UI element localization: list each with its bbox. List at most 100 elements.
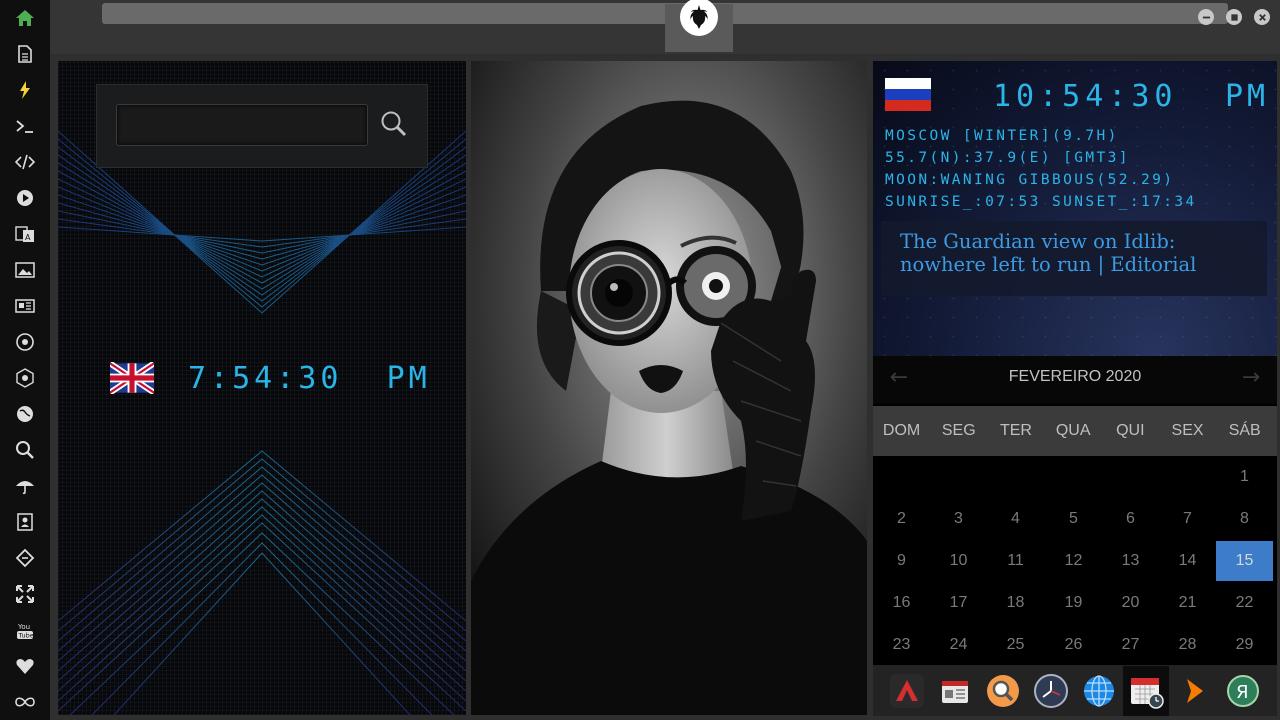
sidebar: A You Tube xyxy=(0,0,50,720)
calendar-day[interactable]: 1 xyxy=(1216,457,1273,497)
russia-flag-icon xyxy=(885,78,931,111)
woman-with-goggles-image xyxy=(471,61,867,715)
calendar-day[interactable]: 25 xyxy=(987,625,1044,665)
lightning-icon[interactable] xyxy=(13,78,37,102)
translate-icon[interactable]: A xyxy=(13,222,37,246)
calendar-day[interactable]: 5 xyxy=(1045,499,1102,539)
calendar-header: ← FEVEREIRO 2020 → xyxy=(873,356,1277,404)
globe-icon[interactable] xyxy=(13,402,37,426)
youtube-icon[interactable]: You Tube xyxy=(13,618,37,642)
location-info: MOSCOW [WINTER](9.7H) xyxy=(885,128,1119,144)
yandex-icon[interactable]: Я xyxy=(1225,673,1261,709)
calendar-day[interactable]: 8 xyxy=(1216,499,1273,539)
search-button[interactable] xyxy=(379,109,409,139)
weekday-label: SEG xyxy=(941,422,976,439)
calendar-day[interactable]: 12 xyxy=(1045,541,1102,581)
title-bar xyxy=(50,0,1280,54)
sun-times-info: SUNRISE_:07:53 SUNSET_:17:34 xyxy=(885,194,1197,210)
calendar-day[interactable]: 14 xyxy=(1159,541,1216,581)
maximize-button[interactable] xyxy=(1226,9,1242,25)
uk-clock-panel: 7:54:30 PM xyxy=(58,61,466,715)
calendar-day[interactable]: 17 xyxy=(930,583,987,623)
weekday-label: DOM xyxy=(882,422,921,439)
umbrella-icon[interactable] xyxy=(13,474,37,498)
uk-time: 7:54:30 PM xyxy=(188,361,431,396)
calendar-day[interactable]: 21 xyxy=(1159,583,1216,623)
uk-time-value: 7:54:30 xyxy=(188,361,343,396)
calendar-icon[interactable] xyxy=(1123,666,1169,716)
code-icon[interactable] xyxy=(13,150,37,174)
image-icon[interactable] xyxy=(13,258,37,282)
calendar-weekdays: DOM SEG TER QUA QUI SEX SÁB xyxy=(873,406,1277,456)
infinity-icon[interactable] xyxy=(13,690,37,714)
svg-text:A: A xyxy=(25,233,31,242)
app-dock: Я xyxy=(873,665,1277,716)
calendar-day[interactable]: 19 xyxy=(1045,583,1102,623)
calendar-day-today[interactable]: 15 xyxy=(1216,541,1273,581)
clock-icon[interactable] xyxy=(1033,673,1069,709)
weekday-label: QUA xyxy=(1055,422,1091,439)
calendar-day[interactable]: 24 xyxy=(930,625,987,665)
forward-arrow-icon[interactable] xyxy=(1177,673,1213,709)
moon-phase-info: MOON:WANING GIBBOUS(52.29) xyxy=(885,172,1175,188)
weekday-label: SÁB xyxy=(1228,422,1261,439)
calendar-day[interactable]: 9 xyxy=(873,541,930,581)
arch-icon[interactable] xyxy=(889,673,925,709)
terminal-icon[interactable] xyxy=(13,114,37,138)
calendar-day[interactable]: 10 xyxy=(930,541,987,581)
calendar-next-icon[interactable]: → xyxy=(1241,367,1261,389)
weekday-label: SEX xyxy=(1171,422,1204,439)
document-icon[interactable] xyxy=(13,42,37,66)
expand-icon[interactable] xyxy=(13,582,37,606)
news-ticker[interactable]: The Guardian view on Idlib: nowhere left… xyxy=(881,221,1267,296)
search-app-icon[interactable] xyxy=(985,673,1021,709)
search-input[interactable] xyxy=(116,104,368,146)
calendar-day[interactable]: 23 xyxy=(873,625,930,665)
search-icon[interactable] xyxy=(13,438,37,462)
calendar-day[interactable]: 3 xyxy=(930,499,987,539)
calendar-day[interactable]: 29 xyxy=(1216,625,1273,665)
calendar-day[interactable]: 11 xyxy=(987,541,1044,581)
calendar-day[interactable]: 18 xyxy=(987,583,1044,623)
svg-text:Tube: Tube xyxy=(18,632,34,640)
close-button[interactable] xyxy=(1254,9,1270,25)
rebel-icon[interactable] xyxy=(13,330,37,354)
ru-time-ampm: PM xyxy=(1225,79,1270,114)
rebel-alliance-icon xyxy=(680,0,718,36)
uk-flag-icon xyxy=(110,362,154,394)
calendar-day[interactable]: 16 xyxy=(873,583,930,623)
calendar-day[interactable]: 27 xyxy=(1102,625,1159,665)
empire-icon[interactable] xyxy=(13,366,37,390)
contacts-icon[interactable] xyxy=(13,510,37,534)
logo-tab[interactable] xyxy=(665,0,733,52)
desktop: A You Tube 7:54:30 PM 10:54:30 PM MOSCOW… xyxy=(0,0,1280,720)
calendar-month-title: FEVEREIRO 2020 xyxy=(1008,368,1142,385)
weekday-label: QUI xyxy=(1116,422,1145,439)
tag-icon[interactable] xyxy=(13,546,37,570)
weekday-label: TER xyxy=(999,422,1032,439)
minimize-button[interactable] xyxy=(1198,9,1214,25)
portrait-photo xyxy=(471,61,867,715)
magnifier-icon xyxy=(381,111,407,137)
uk-time-ampm: PM xyxy=(386,361,431,396)
calendar-day[interactable]: 13 xyxy=(1102,541,1159,581)
calendar-day[interactable]: 7 xyxy=(1159,499,1216,539)
calendar-day[interactable]: 2 xyxy=(873,499,930,539)
calendar-day[interactable]: 26 xyxy=(1045,625,1102,665)
play-icon[interactable] xyxy=(13,186,37,210)
news-reader-icon[interactable] xyxy=(937,673,973,709)
news-headline[interactable]: The Guardian view on Idlib: nowhere left… xyxy=(900,230,1260,276)
calendar-day[interactable]: 6 xyxy=(1102,499,1159,539)
home-icon[interactable] xyxy=(13,6,37,30)
calendar-day[interactable]: 20 xyxy=(1102,583,1159,623)
russia-clock-calendar-panel: 10:54:30 PM MOSCOW [WINTER](9.7H) 55.7(N… xyxy=(873,61,1277,716)
calendar-day[interactable]: 4 xyxy=(987,499,1044,539)
search-widget xyxy=(96,84,428,168)
calendar-day[interactable]: 28 xyxy=(1159,625,1216,665)
ru-time-value: 10:54:30 xyxy=(993,79,1178,114)
coordinates-info: 55.7(N):37.9(E) [GMT3] xyxy=(885,150,1130,166)
calendar-day[interactable]: 22 xyxy=(1216,583,1273,623)
browser-globe-icon[interactable] xyxy=(1081,673,1117,709)
newspaper-icon[interactable] xyxy=(13,294,37,318)
heart-icon[interactable] xyxy=(13,654,37,678)
